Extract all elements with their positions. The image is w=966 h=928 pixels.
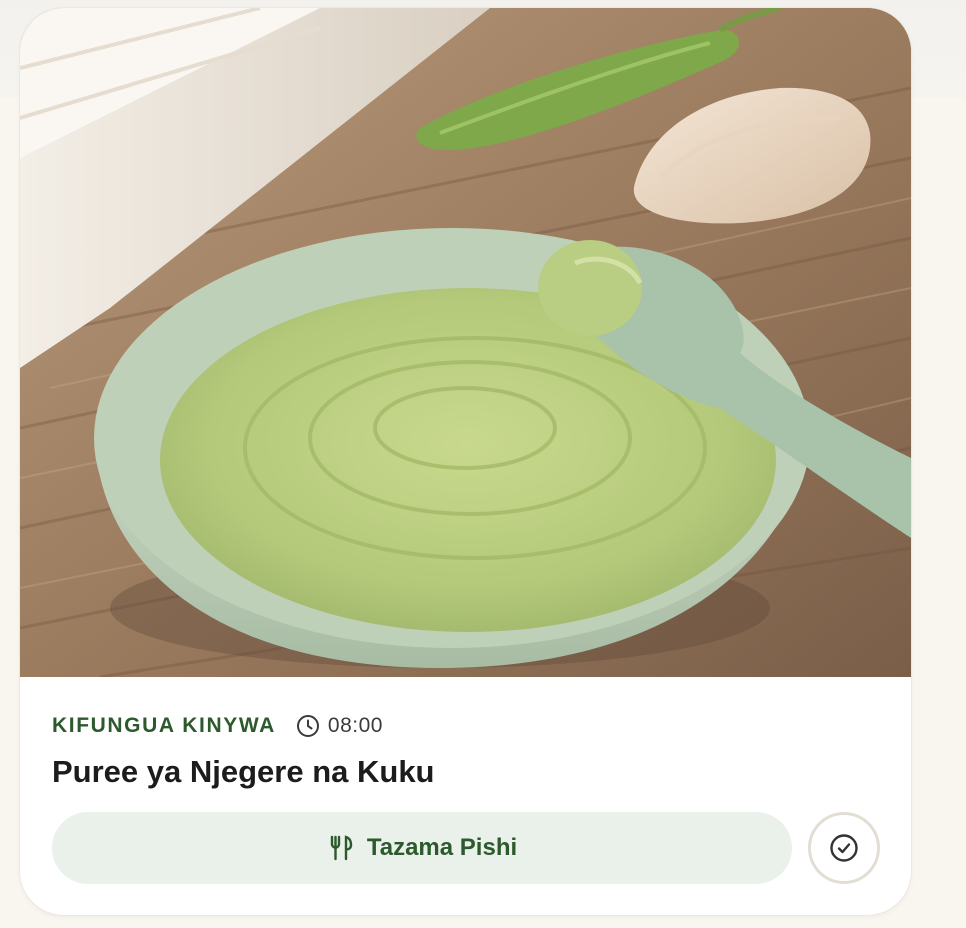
meal-time: 08:00 [296, 714, 383, 738]
card-actions: Tazama Pishi [52, 812, 880, 884]
meal-card: KIFUNGUA KINYWA 08:00 Puree ya Njegere n… [20, 8, 911, 915]
meal-time-value: 08:00 [327, 714, 383, 737]
clock-icon [296, 714, 320, 738]
view-recipe-label: Tazama Pishi [366, 834, 518, 861]
fork-knife-icon [327, 834, 355, 862]
view-recipe-button[interactable]: Tazama Pishi [52, 812, 792, 884]
meta-row: KIFUNGUA KINYWA 08:00 [52, 708, 879, 744]
meal-photo [20, 8, 911, 677]
meal-title: Puree ya Njegere na Kuku [52, 754, 435, 789]
meal-info: KIFUNGUA KINYWA 08:00 Puree ya Njegere n… [52, 708, 879, 790]
mark-done-button[interactable] [808, 812, 880, 884]
meal-category: KIFUNGUA KINYWA [52, 714, 276, 737]
check-circle-icon [828, 832, 860, 864]
